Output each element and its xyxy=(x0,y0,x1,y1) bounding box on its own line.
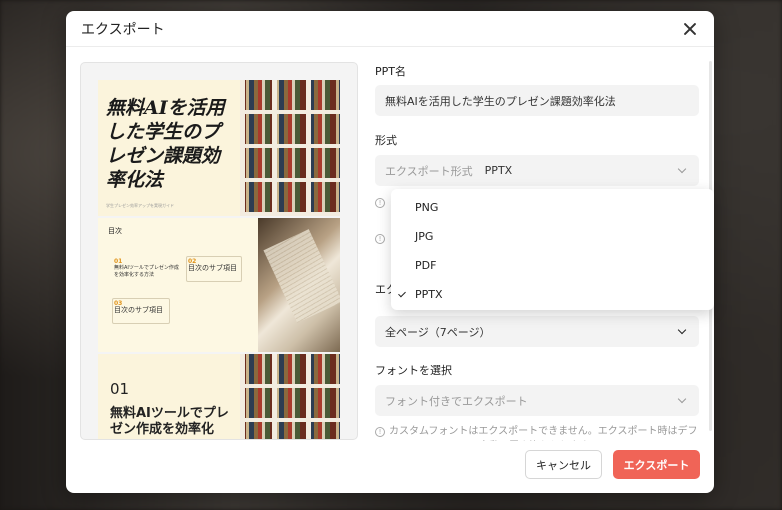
background-decoration xyxy=(8,20,68,500)
bookshelf-image xyxy=(240,354,340,439)
info-icon: ! xyxy=(375,198,385,208)
chevron-down-icon xyxy=(677,394,687,404)
section-number: 01 xyxy=(110,380,130,398)
preview-slide-section: 01 無料AIツールでプレゼン作成を効率化 xyxy=(98,354,340,439)
pages-select[interactable]: 全ページ（7ページ） xyxy=(375,316,699,347)
font-note: カスタムフォントはエクスポートできません。エクスポート時はデフォルトのフォントに… xyxy=(389,426,698,437)
dialog-title: エクスポート xyxy=(81,21,165,38)
format-option-jpg[interactable]: JPG xyxy=(391,222,714,251)
slide1-subtitle: 学生プレゼン効率アップを実現ガイド xyxy=(106,203,174,208)
font-select[interactable]: フォント付きでエクスポート xyxy=(375,385,699,416)
close-icon[interactable] xyxy=(681,20,699,38)
check-icon xyxy=(398,289,406,298)
preview-slide-title: 無料AIを活用した学生のプレゼン課題効率化法 学生プレゼン効率アップを実現ガイド xyxy=(98,80,340,216)
info-icon: ! xyxy=(375,427,385,437)
toc-item: 01 無料AIツールでプレゼン作成を効率化する方法 xyxy=(114,258,179,278)
format-label: 形式 xyxy=(375,134,397,147)
slide1-title: 無料AIを活用した学生のプレゼン課題効率化法 xyxy=(106,97,225,191)
font-label: フォントを選択 xyxy=(375,364,452,377)
chevron-down-icon xyxy=(677,325,687,335)
format-select[interactable]: エクスポート形式 PPTX xyxy=(375,155,699,186)
format-prefix: エクスポート形式 xyxy=(385,164,473,178)
format-dropdown-menu: PNG JPG PDF PPTX xyxy=(391,189,714,310)
toc-box xyxy=(112,298,170,324)
dialog-header: エクスポート xyxy=(66,11,714,47)
toc-heading: 目次 xyxy=(108,227,122,235)
export-button[interactable]: エクスポート xyxy=(613,450,700,479)
font-value: フォント付きでエクスポート xyxy=(385,394,528,408)
format-value: PPTX xyxy=(484,164,513,177)
info-icon: ! xyxy=(375,234,385,244)
slide-preview-panel[interactable]: 無料AIを活用した学生のプレゼン課題効率化法 学生プレゼン効率アップを実現ガイド… xyxy=(80,62,358,440)
cancel-button[interactable]: キャンセル xyxy=(525,450,602,479)
ppt-name-value: 無料AIを活用した学生のプレゼン課題効率化法 xyxy=(385,94,616,108)
ppt-name-input[interactable]: 無料AIを活用した学生のプレゼン課題効率化法 xyxy=(375,85,699,116)
format-option-pptx[interactable]: PPTX xyxy=(391,280,714,309)
format-option-pdf[interactable]: PDF xyxy=(391,251,714,280)
font-note-row: ! カスタムフォントはエクスポートできません。エクスポート時はデフォルトのフォン… xyxy=(375,424,699,441)
bookshelf-image xyxy=(240,80,340,216)
chevron-down-icon xyxy=(677,164,687,174)
preview-slide-toc: 目次 01 無料AIツールでプレゼン作成を効率化する方法 02 目次のサブ項目 … xyxy=(98,218,340,352)
pages-value: 全ページ（7ページ） xyxy=(385,325,491,339)
format-option-png[interactable]: PNG xyxy=(391,193,714,222)
section-title: 無料AIツールでプレゼン作成を効率化 xyxy=(110,406,229,437)
toc-box xyxy=(186,256,242,282)
open-book-image xyxy=(258,218,340,352)
ppt-name-label: PPT名 xyxy=(375,65,406,78)
